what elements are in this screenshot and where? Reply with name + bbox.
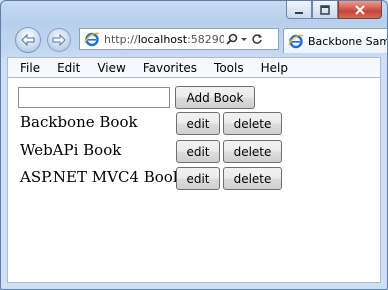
close-button[interactable] bbox=[338, 1, 382, 19]
maximize-button[interactable] bbox=[312, 1, 338, 19]
url-rest: :58290/ bbox=[187, 32, 224, 46]
edit-button[interactable]: edit bbox=[176, 167, 220, 190]
delete-button[interactable]: delete bbox=[223, 112, 282, 135]
tab-ie-logo-icon bbox=[288, 34, 304, 49]
book-row: WebAPi Book edit delete bbox=[8, 140, 382, 164]
menu-view[interactable]: View bbox=[86, 61, 131, 75]
maximize-icon bbox=[320, 4, 330, 15]
back-button[interactable] bbox=[15, 27, 41, 53]
address-tools bbox=[226, 33, 263, 45]
navigation-bar: http://localhost:58290/ bbox=[1, 23, 388, 57]
new-book-input[interactable] bbox=[18, 87, 170, 108]
menu-favorites[interactable]: Favorites bbox=[132, 61, 203, 75]
forward-arrow-icon bbox=[52, 34, 66, 46]
minimize-button[interactable] bbox=[286, 1, 312, 19]
book-title: ASP.NET MVC4 Book bbox=[20, 168, 182, 186]
ie-logo-icon bbox=[84, 32, 100, 47]
edit-button[interactable]: edit bbox=[176, 140, 220, 163]
book-row: ASP.NET MVC4 Book edit delete bbox=[8, 167, 382, 191]
delete-button[interactable]: delete bbox=[223, 167, 282, 190]
delete-button[interactable]: delete bbox=[223, 140, 282, 163]
book-title: Backbone Book bbox=[20, 113, 138, 131]
minimize-icon bbox=[295, 11, 303, 14]
menu-tools[interactable]: Tools bbox=[203, 61, 250, 75]
edit-button[interactable]: edit bbox=[176, 112, 220, 135]
forward-button[interactable] bbox=[47, 28, 71, 52]
close-icon bbox=[355, 4, 365, 15]
back-arrow-icon bbox=[21, 34, 35, 46]
url-text: http://localhost:58290/ bbox=[104, 33, 224, 46]
add-book-button[interactable]: Add Book bbox=[175, 86, 255, 109]
book-title: WebAPi Book bbox=[20, 141, 122, 159]
book-row: Backbone Book edit delete bbox=[8, 112, 382, 136]
url-host: localhost bbox=[137, 32, 188, 46]
tab-title: Backbone Sample bbox=[308, 34, 388, 48]
menu-help[interactable]: Help bbox=[250, 61, 294, 75]
search-icon[interactable] bbox=[226, 33, 238, 45]
browser-window: http://localhost:58290/ bbox=[0, 0, 388, 290]
refresh-icon[interactable] bbox=[251, 33, 263, 45]
window-controls bbox=[286, 1, 382, 21]
tab-backbone-sample[interactable]: Backbone Sample bbox=[283, 28, 388, 53]
menu-file[interactable]: File bbox=[8, 61, 46, 75]
dropdown-arrow-icon[interactable] bbox=[241, 33, 248, 45]
menu-bar: File Edit View Favorites Tools Help bbox=[7, 57, 381, 77]
page-content: Add Book Backbone Book edit delete WebAP… bbox=[7, 77, 381, 283]
address-bar[interactable]: http://localhost:58290/ bbox=[79, 28, 279, 50]
url-prefix: http:// bbox=[104, 32, 138, 46]
menu-edit[interactable]: Edit bbox=[46, 61, 86, 75]
